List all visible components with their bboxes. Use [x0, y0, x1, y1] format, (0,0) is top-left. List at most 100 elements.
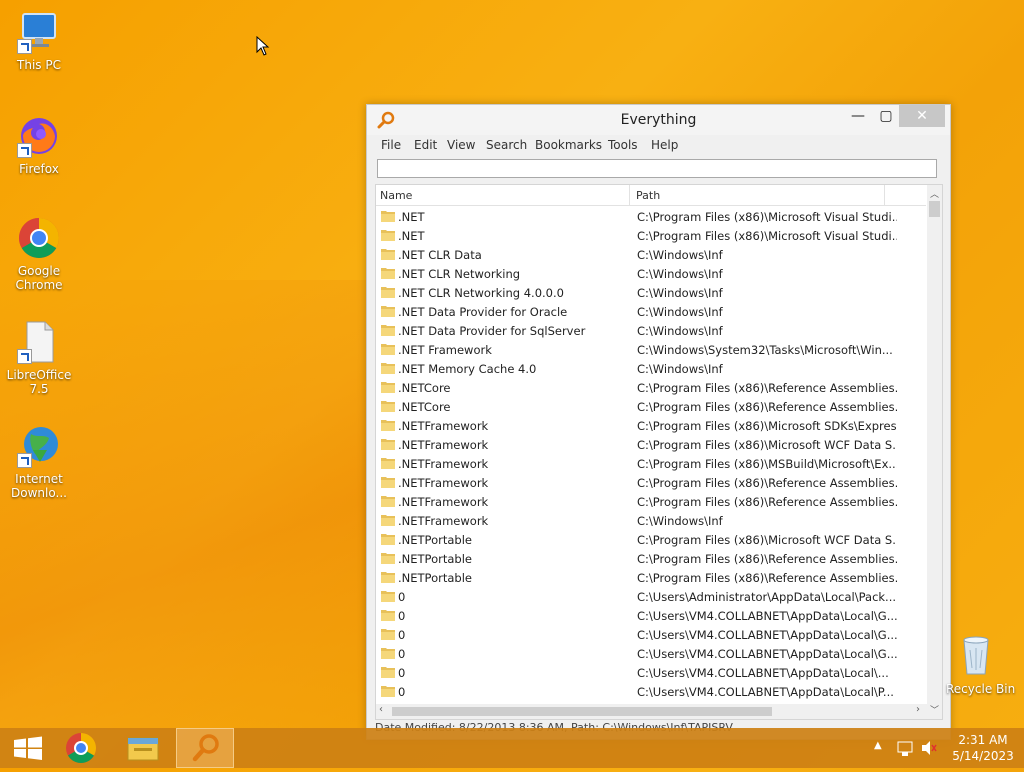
- taskbar: ▲ 2:31 AM 5/14/2023: [0, 728, 1024, 768]
- row-path: C:\Users\VM4.COLLABNET\AppData\Local\G..…: [637, 609, 897, 623]
- network-icon[interactable]: [896, 728, 914, 768]
- table-row[interactable]: .NET Framework C:\Windows\System32\Tasks\…: [376, 340, 926, 359]
- table-row[interactable]: .NETFramework C:\Program Files (x86)\Refe…: [376, 473, 926, 492]
- horizontal-scrollbar[interactable]: ‹ ›: [376, 704, 927, 719]
- row-path: C:\Users\VM4.COLLABNET\AppData\Local\...: [637, 666, 889, 680]
- row-path: C:\Program Files (x86)\Reference Assembl…: [637, 400, 897, 414]
- folder-icon: [381, 609, 395, 621]
- taskbar-everything[interactable]: [176, 728, 234, 768]
- table-row[interactable]: .NETFramework C:\Program Files (x86)\Micr…: [376, 416, 926, 435]
- row-path: C:\Program Files (x86)\Reference Assembl…: [637, 495, 897, 509]
- clock-time: 2:31 AM: [958, 733, 1008, 747]
- row-name: .NET CLR Networking: [398, 267, 521, 281]
- menu-edit[interactable]: Edit: [414, 138, 437, 152]
- chrome-icon: [17, 216, 61, 260]
- taskbar-clock[interactable]: 2:31 AM 5/14/2023: [948, 732, 1018, 764]
- row-name: 0: [398, 647, 406, 661]
- scroll-right-arrow-icon[interactable]: ›: [916, 704, 920, 715]
- row-name: 0: [398, 666, 406, 680]
- menu-bookmarks[interactable]: Bookmarks: [535, 138, 602, 152]
- desktop-icon-recycle-bin[interactable]: Recycle Bin: [946, 632, 1024, 696]
- menu-bar: File Edit View Search Bookmarks Tools He…: [367, 135, 950, 155]
- row-path: C:\Users\VM4.COLLABNET\AppData\Local\P..…: [637, 685, 894, 699]
- table-row[interactable]: .NETFramework C:\Program Files (x86)\MSBu…: [376, 454, 926, 473]
- menu-help[interactable]: Help: [651, 138, 678, 152]
- menu-tools[interactable]: Tools: [608, 138, 638, 152]
- table-row[interactable]: 0 C:\Users\VM4.COLLABNET\AppData\Local\..…: [376, 663, 926, 682]
- table-row[interactable]: .NET Data Provider for SqlServer C:\Windo…: [376, 321, 926, 340]
- folder-icon: [381, 590, 395, 602]
- scroll-down-arrow-icon[interactable]: ﹀: [927, 703, 942, 716]
- table-row[interactable]: 0 C:\Users\Administrator\AppData\Local\Pa…: [376, 587, 926, 606]
- vertical-scrollbar[interactable]: ︿ ﹀: [927, 185, 942, 719]
- row-path: C:\Users\Administrator\AppData\Local\Pac…: [637, 590, 897, 604]
- column-header-name[interactable]: Name: [380, 189, 412, 202]
- table-row[interactable]: .NET Data Provider for Oracle C:\Windows\…: [376, 302, 926, 321]
- folder-icon: [381, 400, 395, 412]
- folder-icon: [381, 514, 395, 526]
- table-row[interactable]: .NET CLR Networking C:\Windows\Inf: [376, 264, 926, 283]
- table-row[interactable]: .NETCore C:\Program Files (x86)\Reference…: [376, 397, 926, 416]
- table-row[interactable]: 0 C:\Users\VM4.COLLABNET\AppData\Local\P.…: [376, 682, 926, 701]
- row-path: C:\Program Files (x86)\Microsoft WCF Dat…: [637, 533, 897, 547]
- taskbar-file-explorer[interactable]: [114, 728, 172, 768]
- table-row[interactable]: .NET CLR Networking 4.0.0.0 C:\Windows\In…: [376, 283, 926, 302]
- table-row[interactable]: .NETFramework C:\Program Files (x86)\Refe…: [376, 492, 926, 511]
- start-button[interactable]: [0, 728, 58, 768]
- row-name: .NET CLR Networking 4.0.0.0: [398, 286, 564, 300]
- table-row[interactable]: .NETFramework C:\Program Files (x86)\Micr…: [376, 435, 926, 454]
- row-name: .NETFramework: [398, 514, 489, 528]
- table-row[interactable]: .NET C:\Program Files (x86)\Microsoft Vis…: [376, 207, 926, 226]
- horizontal-scroll-thumb[interactable]: [392, 707, 772, 716]
- title-bar[interactable]: Everything — ▢ ✕: [367, 105, 950, 135]
- menu-search[interactable]: Search: [486, 138, 527, 152]
- table-row[interactable]: .NETCore C:\Program Files (x86)\Reference…: [376, 378, 926, 397]
- table-row[interactable]: .NET C:\Program Files (x86)\Microsoft Vis…: [376, 226, 926, 245]
- search-input[interactable]: [377, 159, 937, 178]
- vertical-scroll-thumb[interactable]: [929, 201, 940, 217]
- chrome-icon: [66, 733, 97, 764]
- desktop-icon-label: LibreOffice 7.5: [6, 368, 72, 396]
- row-name: .NETPortable: [398, 552, 472, 566]
- table-row[interactable]: .NETFramework C:\Windows\Inf: [376, 511, 926, 530]
- folder-icon: [381, 267, 395, 279]
- menu-file[interactable]: File: [381, 138, 401, 152]
- column-header-path[interactable]: Path: [636, 189, 660, 202]
- table-row[interactable]: .NETPortable C:\Program Files (x86)\Refer…: [376, 568, 926, 587]
- row-path: C:\Program Files (x86)\Reference Assembl…: [637, 571, 897, 585]
- scroll-up-arrow-icon[interactable]: ︿: [927, 187, 942, 200]
- close-button[interactable]: ✕: [899, 105, 945, 127]
- table-row[interactable]: .NETPortable C:\Program Files (x86)\Micro…: [376, 530, 926, 549]
- minimize-button[interactable]: —: [844, 105, 872, 127]
- folder-icon: [381, 381, 395, 393]
- maximize-button[interactable]: ▢: [872, 105, 900, 127]
- table-row[interactable]: 0 C:\Users\VM4.COLLABNET\AppData\Local\G.…: [376, 625, 926, 644]
- row-name: .NET Data Provider for SqlServer: [398, 324, 586, 338]
- table-row[interactable]: 0 C:\Users\VM4.COLLABNET\AppData\Local\G.…: [376, 606, 926, 625]
- taskbar-chrome[interactable]: [52, 728, 110, 768]
- menu-view[interactable]: View: [447, 138, 475, 152]
- row-path: C:\Windows\Inf: [637, 286, 723, 300]
- row-path: C:\Program Files (x86)\Reference Assembl…: [637, 381, 897, 395]
- table-row[interactable]: .NET Memory Cache 4.0 C:\Windows\Inf: [376, 359, 926, 378]
- everything-window: Everything — ▢ ✕ File Edit View Search B…: [366, 104, 951, 740]
- desktop-icon-internet-download-manager[interactable]: Internet Downlo...: [4, 424, 74, 500]
- table-row[interactable]: .NETPortable C:\Program Files (x86)\Refer…: [376, 549, 926, 568]
- table-row[interactable]: 0 C:\Users\VM4.COLLABNET\AppData\Local\G.…: [376, 644, 926, 663]
- desktop-icon-libreoffice[interactable]: LibreOffice 7.5: [4, 320, 74, 396]
- row-name: .NET: [398, 229, 425, 243]
- row-path: C:\Windows\Inf: [637, 362, 723, 376]
- desktop-icon-firefox[interactable]: Firefox: [4, 114, 74, 176]
- row-name: .NET CLR Data: [398, 248, 482, 262]
- scroll-left-arrow-icon[interactable]: ‹: [379, 704, 383, 715]
- volume-muted-icon[interactable]: [920, 728, 938, 768]
- table-row[interactable]: .NET CLR Data C:\Windows\Inf: [376, 245, 926, 264]
- row-path: C:\Program Files (x86)\MSBuild\Microsoft…: [637, 457, 897, 471]
- desktop-icon-google-chrome[interactable]: Google Chrome: [4, 216, 74, 292]
- folder-icon: [381, 248, 395, 260]
- desktop-icon-this-pc[interactable]: This PC: [4, 10, 74, 72]
- row-path: C:\Windows\Inf: [637, 248, 723, 262]
- row-path: C:\Program Files (x86)\Reference Assembl…: [637, 476, 897, 490]
- row-path: C:\Program Files (x86)\Microsoft WCF Dat…: [637, 438, 897, 452]
- windows-start-icon: [14, 736, 42, 760]
